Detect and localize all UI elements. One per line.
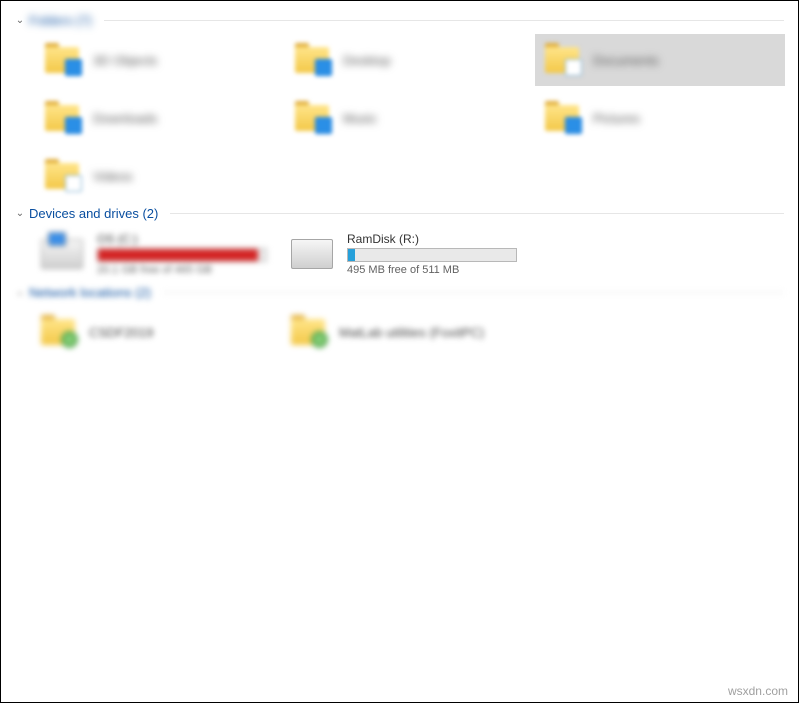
drive-free-text: 20.1 GB free of 465 GB (97, 264, 279, 276)
folder-icon (293, 41, 331, 79)
drive-icon (291, 239, 333, 269)
drive-icon (41, 239, 83, 269)
folder-label: Music (343, 111, 377, 126)
drive-label: RamDisk (R:) (347, 232, 529, 246)
folder-pictures[interactable]: Pictures (535, 92, 785, 144)
folder-icon (543, 41, 581, 79)
network-label: CSDF2019 (89, 325, 153, 340)
folder-label: 3D Objects (93, 53, 157, 68)
folder-documents[interactable]: Documents (535, 34, 785, 86)
drive-usage-bar (97, 248, 267, 262)
folder-3d-objects[interactable]: 3D Objects (35, 34, 285, 86)
folder-label: Desktop (343, 53, 391, 68)
network-section-label: Network locations (2) (29, 285, 151, 300)
folders-section-header[interactable]: ⌄ Folders (7) (15, 9, 784, 34)
network-item-2[interactable]: MatLab utilities (FoxitPC) (285, 306, 535, 358)
section-divider (163, 292, 784, 293)
section-divider (104, 20, 784, 21)
network-item-1[interactable]: CSDF2019 (35, 306, 285, 358)
folder-icon (293, 99, 331, 137)
network-folder-icon (291, 319, 325, 345)
folder-desktop[interactable]: Desktop (285, 34, 535, 86)
folder-label: Documents (593, 53, 659, 68)
folder-videos[interactable]: Videos (35, 150, 285, 202)
drive-info: OS (C:) 20.1 GB free of 465 GB (97, 232, 279, 276)
network-section-header[interactable]: ⌄ Network locations (2) (15, 281, 784, 306)
chevron-down-icon: ⌄ (15, 288, 25, 298)
folder-icon (43, 99, 81, 137)
drive-ramdisk-r[interactable]: RamDisk (R:) 495 MB free of 511 MB (285, 227, 535, 281)
drive-usage-bar (347, 248, 517, 262)
drive-label: OS (C:) (97, 232, 279, 246)
watermark: wsxdn.com (728, 684, 788, 698)
drives-section-header[interactable]: ⌄ Devices and drives (2) (15, 202, 784, 227)
drives-section-label: Devices and drives (2) (29, 206, 158, 221)
network-folder-icon (41, 319, 75, 345)
network-grid: CSDF2019 MatLab utilities (FoxitPC) (35, 306, 784, 358)
network-label: MatLab utilities (FoxitPC) (339, 325, 484, 340)
folder-icon (543, 99, 581, 137)
drive-info: RamDisk (R:) 495 MB free of 511 MB (347, 232, 529, 276)
folders-section-label: Folders (7) (29, 13, 92, 28)
folders-grid: 3D Objects Desktop Documents Downloads M… (35, 34, 784, 202)
folder-label: Pictures (593, 111, 640, 126)
chevron-down-icon: ⌄ (15, 16, 25, 26)
folder-downloads[interactable]: Downloads (35, 92, 285, 144)
drive-free-text: 495 MB free of 511 MB (347, 264, 529, 276)
folder-label: Videos (93, 169, 133, 184)
folder-icon (43, 41, 81, 79)
folder-music[interactable]: Music (285, 92, 535, 144)
chevron-down-icon: ⌄ (15, 209, 25, 219)
folder-label: Downloads (93, 111, 157, 126)
drive-os-c[interactable]: OS (C:) 20.1 GB free of 465 GB (35, 227, 285, 281)
drives-grid: OS (C:) 20.1 GB free of 465 GB RamDisk (… (35, 227, 784, 281)
folder-icon (43, 157, 81, 195)
section-divider (170, 213, 784, 214)
